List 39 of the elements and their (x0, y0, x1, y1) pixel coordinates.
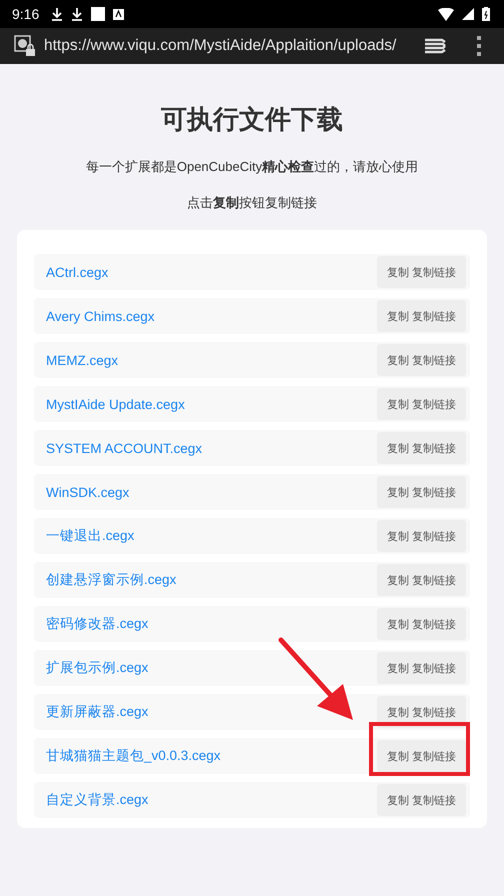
more-icon[interactable] (476, 36, 482, 56)
file-link[interactable]: SYSTEM ACCOUNT.cegx (46, 440, 202, 456)
copy-button[interactable]: 复制 复制链接 (376, 476, 466, 508)
file-link[interactable]: 密码修改器.cegx (46, 615, 148, 633)
file-link[interactable]: 甘城猫猫主题包_v0.0.3.cegx (46, 747, 221, 765)
copy-button[interactable]: 复制 复制链接 (376, 520, 466, 552)
file-link[interactable]: 扩展包示例.cegx (46, 659, 148, 677)
copy-button[interactable]: 复制 复制链接 (376, 784, 466, 816)
copy-button[interactable]: 复制 复制链接 (376, 740, 466, 772)
intro-text: 每一个扩展都是OpenCubeCity精心检查过的，请放心使用 (84, 158, 420, 176)
download-icon (71, 7, 84, 21)
copy-button[interactable]: 复制 复制链接 (376, 608, 466, 640)
copy-button[interactable]: 复制 复制链接 (376, 300, 466, 332)
file-link[interactable]: 创建悬浮窗示例.cegx (46, 571, 176, 589)
copy-button[interactable]: 复制 复制链接 (376, 564, 466, 596)
file-link[interactable]: 自定义背景.cegx (46, 791, 148, 809)
file-link[interactable]: 一键退出.cegx (46, 527, 134, 545)
battery-icon (482, 7, 490, 21)
file-link[interactable]: WinSDK.cegx (46, 484, 130, 500)
signal-icon (462, 8, 474, 20)
file-link[interactable]: ACtrl.cegx (46, 264, 108, 280)
page-title: 可执行文件下载 (160, 103, 344, 136)
wifi-icon (438, 8, 454, 20)
site-lock-icon (14, 35, 36, 57)
file-link[interactable]: 更新屏蔽器.cegx (46, 703, 148, 721)
copy-button[interactable]: 复制 复制链接 (376, 344, 466, 376)
hint-text: 点击复制按钮复制链接 (186, 194, 318, 212)
copy-button[interactable]: 复制 复制链接 (376, 432, 466, 464)
status-time: 9:16 (12, 6, 40, 22)
file-link[interactable]: MEMZ.cegx (46, 352, 118, 368)
copy-button[interactable]: 复制 复制链接 (376, 652, 466, 684)
file-link[interactable]: Avery Chims.cegx (46, 308, 155, 324)
copy-button[interactable]: 复制 复制链接 (376, 256, 466, 288)
file-link[interactable]: MystIAide Update.cegx (46, 396, 185, 412)
copy-button[interactable]: 复制 复制链接 (376, 388, 466, 420)
tabs-icon[interactable] (424, 38, 446, 54)
notification-icon (113, 8, 124, 20)
square-icon (91, 7, 106, 21)
download-icon (51, 7, 64, 21)
